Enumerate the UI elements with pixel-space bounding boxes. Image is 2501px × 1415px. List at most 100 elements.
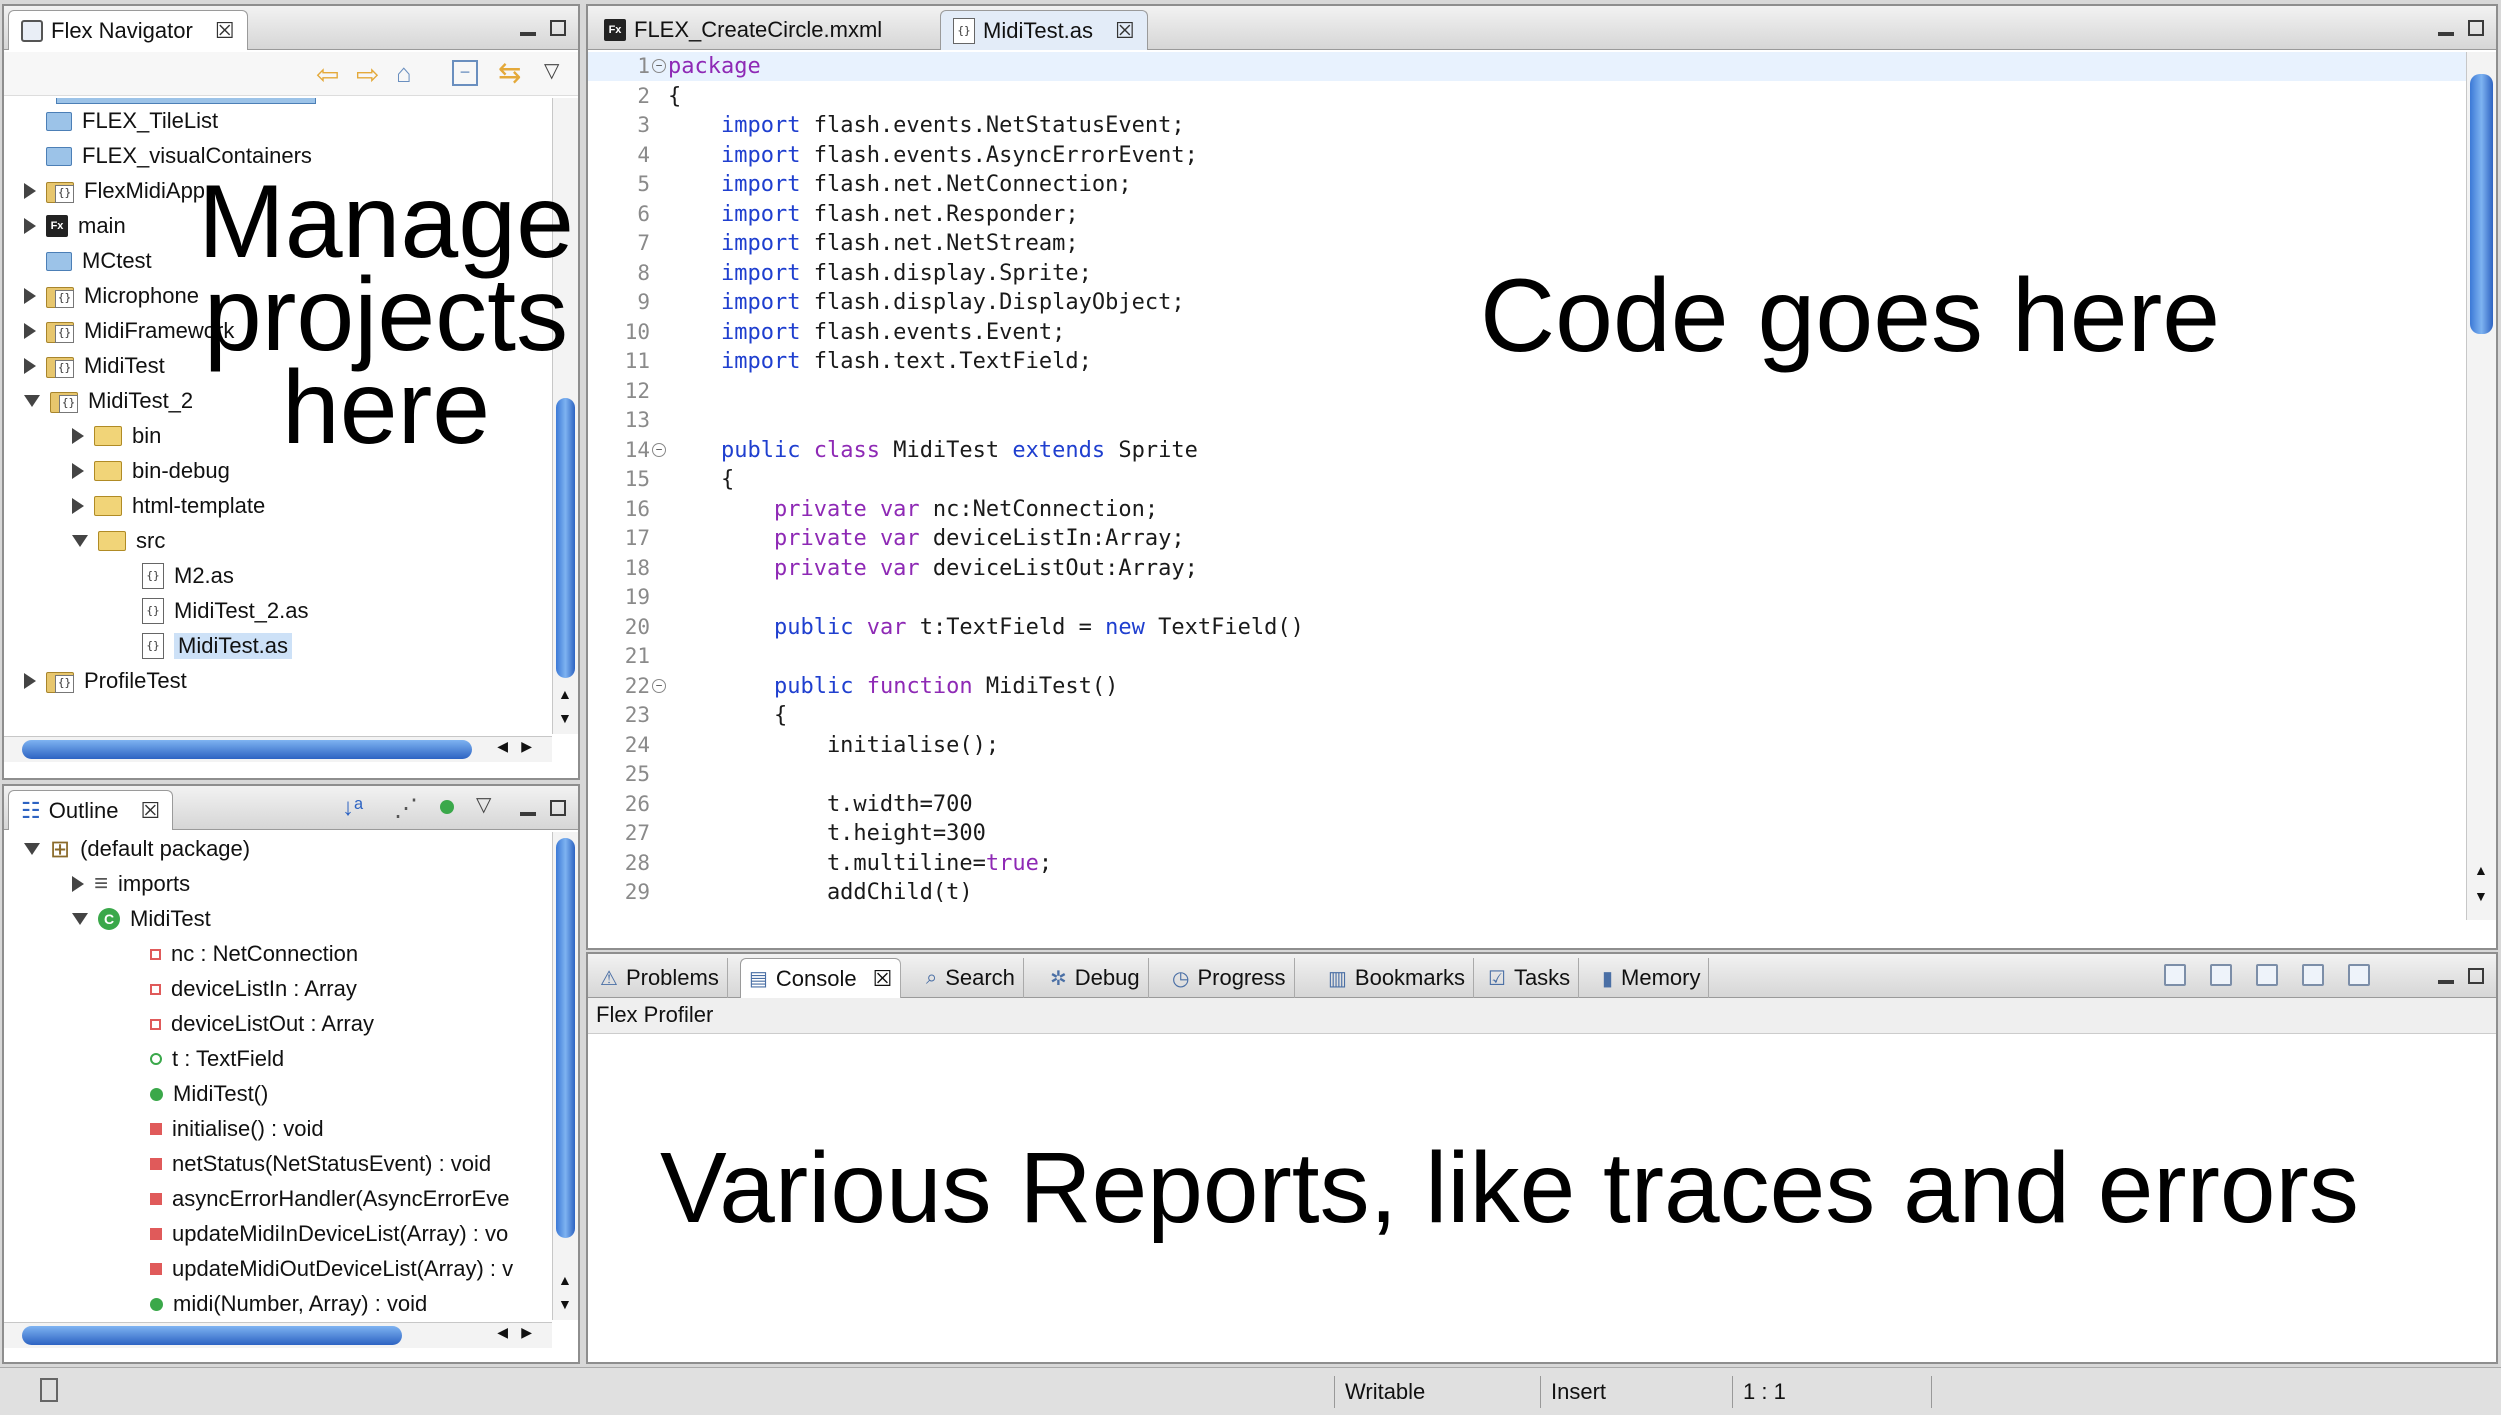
expand-arrow-icon[interactable] xyxy=(72,428,84,444)
navigator-item[interactable]: bin xyxy=(72,419,161,453)
code-area[interactable]: 1− package 2{3 import flash.events.NetStat… xyxy=(588,52,2466,920)
fold-icon[interactable]: − xyxy=(652,678,666,693)
navigator-item[interactable]: bin-debug xyxy=(72,454,230,488)
navigator-item[interactable]: MCtest xyxy=(24,244,152,278)
outline-item[interactable]: midi(Number, Array) : void xyxy=(120,1287,427,1320)
close-icon[interactable]: ☒ xyxy=(215,18,235,44)
tab-tasks[interactable]: ☑ Tasks xyxy=(1480,958,1580,998)
close-icon[interactable]: ☒ xyxy=(140,798,160,824)
scroll-thumb[interactable] xyxy=(2470,74,2493,334)
minimize-icon[interactable] xyxy=(520,16,536,42)
tab-search[interactable]: ⌕ Search xyxy=(918,958,1024,998)
tab-miditest-as[interactable]: {} MidiTest.as ☒ xyxy=(940,10,1148,50)
back-arrow-icon[interactable]: ⇦ xyxy=(316,58,339,91)
navigator-item[interactable]: {} MidiTest_2.as xyxy=(120,594,309,628)
expand-arrow-icon[interactable] xyxy=(72,463,84,479)
expand-arrow-icon[interactable] xyxy=(72,498,84,514)
minimize-icon[interactable] xyxy=(520,796,536,822)
scroll-left-arrow-icon[interactable]: ◀ xyxy=(497,1324,508,1341)
link-with-editor-icon[interactable]: ⇆ xyxy=(498,56,521,89)
hscroll-thumb[interactable] xyxy=(22,740,472,759)
maximize-icon[interactable] xyxy=(2468,964,2484,990)
scroll-right-arrow-icon[interactable]: ▶ xyxy=(521,1324,532,1341)
hide-static-icon[interactable]: ⋰ xyxy=(394,794,418,823)
scroll-down-arrow-icon[interactable]: ▼ xyxy=(558,710,572,726)
expand-arrow-icon[interactable] xyxy=(24,673,36,689)
navigator-item[interactable]: FlexMidiApp xyxy=(24,174,205,208)
tab-flex-navigator[interactable]: Flex Navigator ☒ xyxy=(8,10,248,50)
fold-icon[interactable]: − xyxy=(652,442,666,457)
outline-item[interactable]: ≡ imports xyxy=(72,867,190,901)
expand-arrow-icon[interactable] xyxy=(24,358,36,374)
hscroll-thumb[interactable] xyxy=(22,1326,402,1345)
outline-item[interactable]: asyncErrorHandler(AsyncErrorEve xyxy=(120,1182,509,1216)
display-console-icon[interactable] xyxy=(2302,964,2324,986)
outline-item[interactable]: nc : NetConnection xyxy=(120,937,358,971)
scroll-up-arrow-icon[interactable]: ▲ xyxy=(558,686,572,702)
scroll-up-arrow-icon[interactable]: ▲ xyxy=(558,1272,572,1288)
expand-arrow-icon[interactable] xyxy=(24,183,36,199)
scroll-left-arrow-icon[interactable]: ◀ xyxy=(497,738,508,755)
outline-item[interactable]: updateMidiInDeviceList(Array) : vo xyxy=(120,1217,508,1251)
close-icon[interactable]: ☒ xyxy=(1115,18,1135,44)
scroll-down-arrow-icon[interactable]: ▼ xyxy=(558,1296,572,1312)
clear-console-icon[interactable] xyxy=(2164,964,2186,986)
maximize-icon[interactable] xyxy=(550,796,566,822)
tab-progress[interactable]: ◷ Progress xyxy=(1164,958,1295,998)
outline-item[interactable]: netStatus(NetStatusEvent) : void xyxy=(120,1147,491,1181)
collapse-all-icon[interactable]: − xyxy=(452,60,478,86)
close-icon[interactable]: ☒ xyxy=(873,966,893,992)
navigator-item[interactable]: MidiTest_2 xyxy=(24,384,193,418)
outline-item[interactable]: deviceListIn : Array xyxy=(120,972,357,1006)
scroll-thumb[interactable] xyxy=(556,838,575,1238)
scroll-lock-icon[interactable] xyxy=(2210,964,2232,986)
outline-item[interactable]: C MidiTest xyxy=(72,902,211,936)
tab-problems[interactable]: ⚠ Problems xyxy=(592,958,728,998)
navigator-item[interactable]: ProfileTest xyxy=(24,664,187,698)
collapse-arrow-icon[interactable] xyxy=(24,843,40,855)
forward-arrow-icon[interactable]: ⇨ xyxy=(356,58,379,91)
collapse-arrow-icon[interactable] xyxy=(72,535,88,547)
outline-item[interactable]: t : TextField xyxy=(120,1042,284,1076)
scroll-right-arrow-icon[interactable]: ▶ xyxy=(521,738,532,755)
fold-icon[interactable]: − xyxy=(652,59,666,73)
editor-vertical-scrollbar[interactable]: ▲ ▼ xyxy=(2466,52,2496,920)
view-menu-icon[interactable]: ▽ xyxy=(476,792,491,817)
navigator-item[interactable]: MidiTest xyxy=(24,349,165,383)
expand-arrow-icon[interactable] xyxy=(72,876,84,892)
outline-item[interactable]: ⊞ (default package) xyxy=(24,832,250,866)
maximize-icon[interactable] xyxy=(550,16,566,42)
navigator-item[interactable]: FLEX_TileList xyxy=(24,104,218,138)
navigator-item[interactable]: Microphone xyxy=(24,279,199,313)
collapse-arrow-icon[interactable] xyxy=(72,913,88,925)
tab-flex-createcircle[interactable]: Fx FLEX_CreateCircle.mxml xyxy=(592,10,894,50)
minimize-icon[interactable] xyxy=(2438,16,2454,42)
navigator-item[interactable]: Fx main xyxy=(24,209,126,243)
navigator-item[interactable]: {} MidiTest.as xyxy=(120,629,293,663)
pin-console-icon[interactable] xyxy=(2256,964,2278,986)
home-icon[interactable]: ⌂ xyxy=(396,58,412,89)
sort-icon[interactable]: ↓ᵃ xyxy=(342,794,363,822)
tab-debug[interactable]: ✲ Debug xyxy=(1042,958,1149,998)
outline-item[interactable]: initialise() : void xyxy=(120,1112,324,1146)
scroll-up-arrow-icon[interactable]: ▲ xyxy=(2474,862,2488,878)
fast-view-icon[interactable] xyxy=(40,1378,58,1402)
outline-vertical-scrollbar[interactable]: ▲ ▼ xyxy=(552,832,578,1320)
navigator-item[interactable]: src xyxy=(72,524,165,558)
minimize-icon[interactable] xyxy=(2438,964,2454,990)
expand-arrow-icon[interactable] xyxy=(24,323,36,339)
tab-outline[interactable]: ☷ Outline ☒ xyxy=(8,790,174,830)
tab-memory[interactable]: ▮ Memory xyxy=(1594,958,1710,998)
navigator-horizontal-scrollbar[interactable]: ◀ ▶ xyxy=(4,736,552,762)
hide-nonpublic-icon[interactable] xyxy=(440,800,454,814)
expand-arrow-icon[interactable] xyxy=(24,218,36,234)
collapse-arrow-icon[interactable] xyxy=(24,395,40,407)
navigator-item[interactable]: {} M2.as xyxy=(120,559,234,593)
maximize-icon[interactable] xyxy=(2468,16,2484,42)
outline-horizontal-scrollbar[interactable]: ◀ ▶ xyxy=(4,1322,552,1348)
tab-bookmarks[interactable]: ▥ Bookmarks xyxy=(1320,958,1474,998)
expand-arrow-icon[interactable] xyxy=(24,288,36,304)
outline-item[interactable]: deviceListOut : Array xyxy=(120,1007,374,1041)
outline-item[interactable]: updateMidiOutDeviceList(Array) : v xyxy=(120,1252,513,1286)
scroll-down-arrow-icon[interactable]: ▼ xyxy=(2474,888,2488,904)
